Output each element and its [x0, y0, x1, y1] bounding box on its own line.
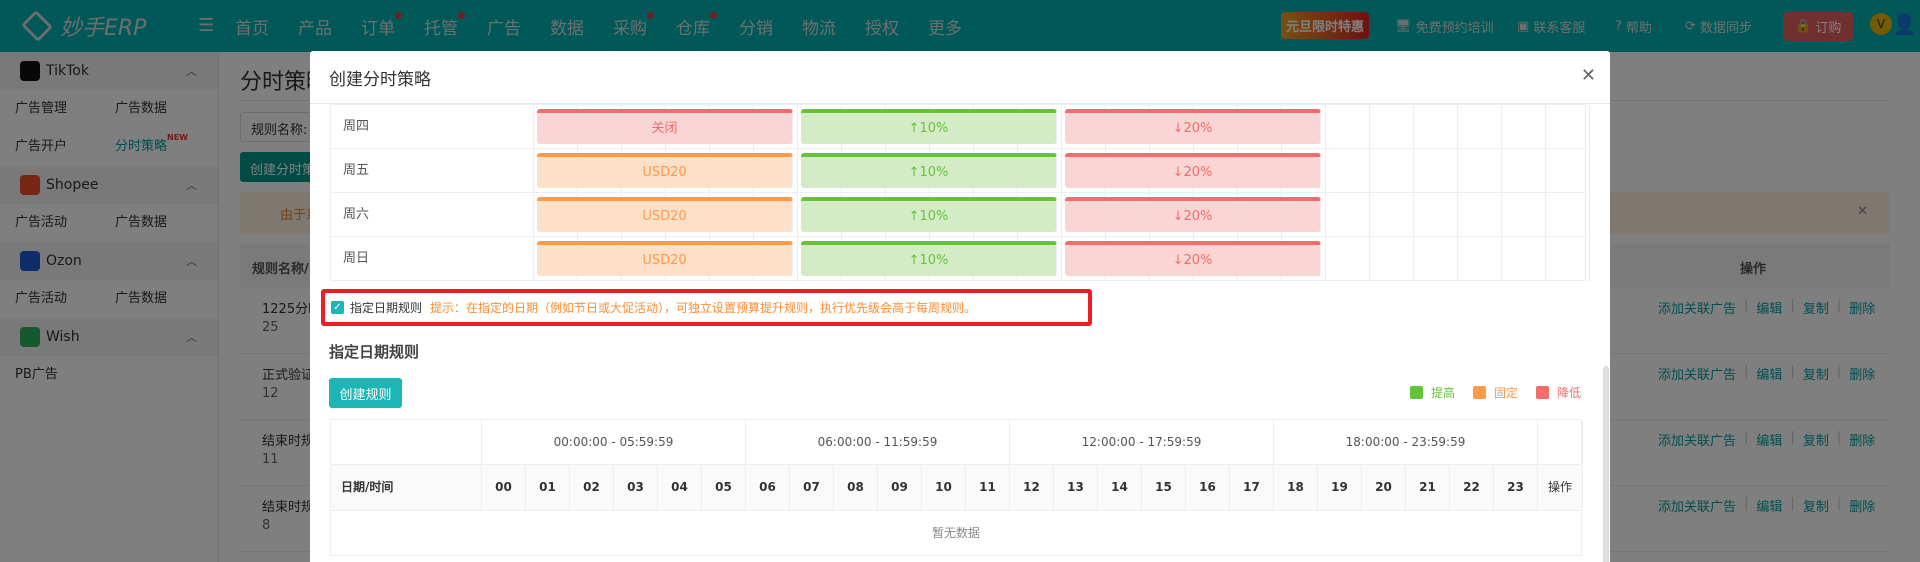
hour-cell[interactable] — [1458, 149, 1502, 193]
time-range-header: 12:00:00 - 17:59:59 — [1010, 420, 1274, 464]
hour-header: 23 — [1494, 465, 1538, 510]
hour-cell[interactable] — [1458, 193, 1502, 237]
schedule-bar[interactable]: ↓20% — [1065, 241, 1321, 276]
legend: 提高 固定 降低 — [1409, 384, 1581, 401]
corner-cell — [331, 420, 482, 464]
hour-cell[interactable] — [1326, 105, 1370, 149]
schedule-bar[interactable]: ↑10% — [801, 241, 1057, 276]
hour-header: 00 — [482, 465, 526, 510]
hour-header: 16 — [1186, 465, 1230, 510]
hour-cell[interactable] — [1326, 193, 1370, 237]
hour-header: 15 — [1142, 465, 1186, 510]
legend-label: 固定 — [1493, 386, 1518, 400]
section-title: 指定日期规则 — [329, 343, 420, 361]
hour-cell[interactable] — [1370, 149, 1414, 193]
empty-state: 暂无数据 — [931, 526, 980, 540]
modal-title: 创建分时策略 — [329, 69, 431, 90]
hour-header: 13 — [1054, 465, 1098, 510]
time-range-header: 18:00:00 - 23:59:59 — [1274, 420, 1538, 464]
hour-header: 06 — [746, 465, 790, 510]
hour-cell[interactable] — [1502, 105, 1546, 149]
schedule-bar[interactable]: USD20 — [537, 197, 793, 232]
day-label: 周四 — [331, 105, 534, 149]
schedule-bar[interactable]: 关闭 — [537, 109, 793, 144]
schedule-bar[interactable]: ↓20% — [1065, 109, 1321, 144]
hour-header: 08 — [834, 465, 878, 510]
date-rule-hint: 提示：在指定的日期（例如节日或大促活动），可独立设置预算提升规则，执行优先级会高… — [430, 301, 977, 315]
hour-header: 12 — [1010, 465, 1054, 510]
hour-cell[interactable] — [1326, 237, 1370, 281]
hour-header: 04 — [658, 465, 702, 510]
hour-cell[interactable] — [1414, 237, 1458, 281]
schedule-bar[interactable]: ↑10% — [801, 153, 1057, 188]
hour-header: 10 — [922, 465, 966, 510]
ops-header: 操作 — [1538, 465, 1583, 510]
legend-item: 提高 — [1409, 384, 1455, 401]
hour-cell[interactable] — [1414, 193, 1458, 237]
day-label: 周五 — [331, 149, 534, 193]
hour-cell[interactable] — [1502, 193, 1546, 237]
hour-cell[interactable] — [1546, 105, 1590, 149]
hour-cell[interactable] — [1546, 237, 1590, 281]
hour-cell[interactable] — [1502, 149, 1546, 193]
hour-header: 21 — [1406, 465, 1450, 510]
legend-swatch-icon — [1472, 386, 1486, 399]
schedule-bar[interactable]: ↓20% — [1065, 153, 1321, 188]
time-range-header: 00:00:00 - 05:59:59 — [482, 420, 746, 464]
hour-cell[interactable] — [1546, 193, 1590, 237]
close-icon[interactable]: ✕ — [1581, 65, 1596, 86]
hour-cell[interactable] — [1414, 149, 1458, 193]
hour-cell[interactable] — [1458, 237, 1502, 281]
legend-label: 提高 — [1430, 386, 1455, 400]
hour-cell[interactable] — [1546, 149, 1590, 193]
hour-cell[interactable] — [1502, 237, 1546, 281]
week-row: 周四 关闭 ↑10% ↓20% — [331, 104, 1590, 149]
hour-header: 14 — [1098, 465, 1142, 510]
hour-header: 20 — [1362, 465, 1406, 510]
date-rule-checkbox[interactable]: ✓ — [331, 301, 344, 314]
hour-cell[interactable] — [1458, 105, 1502, 149]
hour-cell[interactable] — [1370, 193, 1414, 237]
date-time-header: 日期/时间 — [331, 465, 482, 510]
legend-swatch-icon — [1409, 386, 1423, 399]
hour-cell[interactable] — [1370, 105, 1414, 149]
corner-cell — [1538, 420, 1583, 464]
day-label: 周六 — [331, 193, 534, 237]
hour-header: 22 — [1450, 465, 1494, 510]
date-rule-notice: ✓ 指定日期规则 提示：在指定的日期（例如节日或大促活动），可独立设置预算提升规… — [321, 289, 1092, 326]
schedule-bar[interactable]: ↑10% — [801, 197, 1057, 232]
hour-header: 19 — [1318, 465, 1362, 510]
time-range-header: 06:00:00 - 11:59:59 — [746, 420, 1010, 464]
hour-header: 01 — [526, 465, 570, 510]
create-strategy-modal: 创建分时策略 ✕ 周四 关闭 ↑10% ↓20% 周五 USD20 ↑10% ↓20% 周六 US… — [310, 51, 1610, 562]
day-label: 周日 — [331, 237, 534, 281]
schedule-bar[interactable]: USD20 — [537, 241, 793, 276]
date-rule-checkbox-label[interactable]: 指定日期规则 — [350, 299, 422, 316]
legend-label: 降低 — [1556, 386, 1581, 400]
week-row: 周五 USD20 ↑10% ↓20% — [331, 148, 1590, 193]
hour-header: 03 — [614, 465, 658, 510]
hour-header: 11 — [966, 465, 1010, 510]
week-row: 周日 USD20 ↑10% ↓20% — [331, 236, 1590, 281]
hour-header: 09 — [878, 465, 922, 510]
schedule-bar[interactable]: ↑10% — [801, 109, 1057, 144]
create-rule-button[interactable]: 创建规则 — [329, 378, 402, 408]
date-rule-table: 00:00:00 - 05:59:59 06:00:00 - 11:59:59 12… — [330, 419, 1583, 556]
hour-header: 07 — [790, 465, 834, 510]
hour-header: 18 — [1274, 465, 1318, 510]
schedule-bar[interactable]: ↓20% — [1065, 197, 1321, 232]
hour-cell[interactable] — [1370, 237, 1414, 281]
hour-header: 05 — [702, 465, 746, 510]
legend-item: 固定 — [1472, 384, 1518, 401]
schedule-bar[interactable]: USD20 — [537, 153, 793, 188]
legend-swatch-icon — [1535, 386, 1549, 399]
week-row: 周六 USD20 ↑10% ↓20% — [331, 192, 1590, 237]
hour-cell[interactable] — [1326, 149, 1370, 193]
hour-cell[interactable] — [1414, 105, 1458, 149]
modal-scrollbar[interactable] — [1603, 366, 1609, 562]
legend-item: 降低 — [1535, 384, 1581, 401]
hour-header: 02 — [570, 465, 614, 510]
weekly-schedule-table: 周四 关闭 ↑10% ↓20% 周五 USD20 ↑10% ↓20% 周六 USD20 ↑10% ↓2… — [330, 104, 1590, 281]
hour-header: 17 — [1230, 465, 1274, 510]
